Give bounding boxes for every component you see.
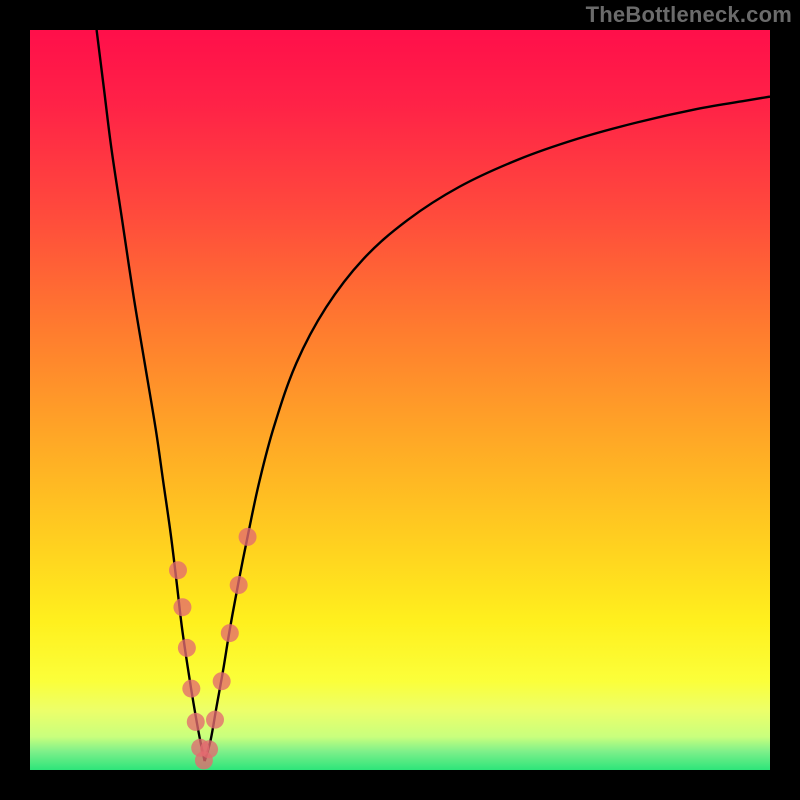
chart-stage: TheBottleneck.com <box>0 0 800 800</box>
watermark-label: TheBottleneck.com <box>586 2 792 28</box>
data-marker <box>182 680 200 698</box>
data-marker <box>206 711 224 729</box>
data-marker <box>187 713 205 731</box>
data-marker <box>230 576 248 594</box>
data-marker <box>173 598 191 616</box>
data-marker <box>213 672 231 690</box>
data-marker <box>221 624 239 642</box>
data-marker <box>169 561 187 579</box>
gradient-panel <box>30 30 770 770</box>
bottleneck-chart <box>0 0 800 800</box>
data-marker <box>200 740 218 758</box>
data-marker <box>239 528 257 546</box>
data-marker <box>178 639 196 657</box>
